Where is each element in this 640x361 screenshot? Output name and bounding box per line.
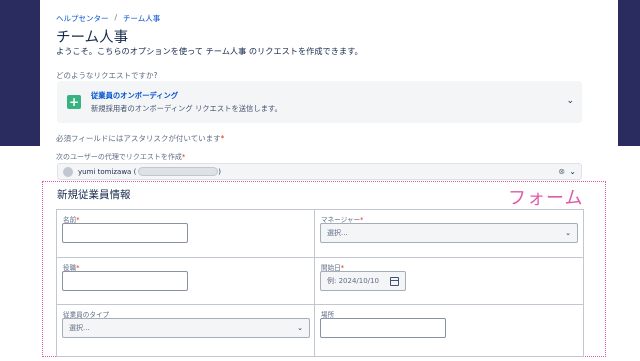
required-note-text: 必須フィールドにはアスタリスクが付いています [56, 134, 221, 143]
on-behalf-select[interactable]: yumi tomizawa ( ) ⊗ ⌄ [57, 163, 582, 180]
employee-type-select[interactable]: 選択... ⌄ [62, 318, 310, 338]
manager-cell: マネージャー* 選択... ⌄ [315, 210, 584, 258]
manager-select[interactable]: 選択... ⌄ [320, 223, 578, 243]
job-title-input[interactable] [62, 271, 188, 291]
on-behalf-user-name: yumi tomizawa ( [78, 167, 137, 176]
left-banner [0, 0, 40, 146]
request-type-question: どのようなリクエストですか? [56, 71, 158, 80]
chevron-down-icon: ⌄ [297, 324, 303, 332]
form-annotation-caption: フォーム [508, 188, 584, 209]
employee-type-cell: 従業員のタイプ 選択... ⌄ [57, 305, 315, 357]
chevron-down-icon: ⌄ [565, 229, 571, 237]
on-behalf-label: 次のユーザーの代理でリクエストを作成* [56, 152, 185, 162]
right-banner [618, 0, 640, 146]
on-behalf-user-suffix: ) [218, 167, 222, 176]
redacted-email [138, 167, 219, 176]
page-subtitle: ようこそ。こちらのオプションを使って チーム人事 のリクエストを作成できます。 [56, 46, 363, 56]
calendar-icon[interactable] [390, 277, 399, 286]
breadcrumb-team-hr-link[interactable]: チーム人事 [123, 13, 160, 24]
request-type-name: 従業員のオンボーディング [91, 90, 179, 100]
job-title-cell: 役職* [57, 258, 315, 305]
start-date-input[interactable]: 例: 2024/10/10 [320, 271, 406, 291]
breadcrumb-separator: / [114, 13, 118, 22]
required-fields-note: 必須フィールドにはアスタリスクが付いています* [56, 133, 224, 144]
breadcrumb-help-center-link[interactable]: ヘルプセンター [56, 13, 109, 24]
required-asterisk: * [220, 134, 225, 143]
breadcrumb: ヘルプセンター / チーム人事 [56, 13, 160, 24]
on-behalf-label-text: 次のユーザーの代理でリクエストを作成 [56, 153, 182, 161]
clear-icon[interactable]: ⊗ [558, 167, 565, 176]
name-cell: 名前* [57, 210, 315, 258]
location-input[interactable] [320, 318, 446, 338]
start-date-cell: 開始日* 例: 2024/10/10 [315, 258, 584, 305]
start-date-placeholder: 例: 2024/10/10 [327, 277, 379, 285]
new-employee-form: 名前* マネージャー* 選択... ⌄ 役職* 開始日* 例: 2024/10/… [56, 209, 584, 357]
request-type-description: 新規採用者のオンボーディング リクエストを送信します。 [91, 103, 282, 113]
form-section-title: 新規従業員情報 [57, 189, 131, 201]
manager-placeholder: 選択... [327, 229, 348, 237]
on-behalf-asterisk: * [181, 153, 186, 161]
name-input[interactable] [62, 223, 188, 243]
request-type-selector[interactable]: + 従業員のオンボーディング 新規採用者のオンボーディング リクエストを送信しま… [57, 81, 582, 123]
chevron-down-icon[interactable]: ⌄ [569, 167, 576, 176]
user-icon [63, 166, 73, 177]
employee-type-placeholder: 選択... [69, 324, 90, 332]
location-cell: 場所 [315, 305, 584, 357]
plus-icon: + [67, 95, 81, 109]
chevron-down-icon[interactable]: ⌄ [566, 96, 574, 106]
page-title: チーム人事 [56, 30, 129, 46]
